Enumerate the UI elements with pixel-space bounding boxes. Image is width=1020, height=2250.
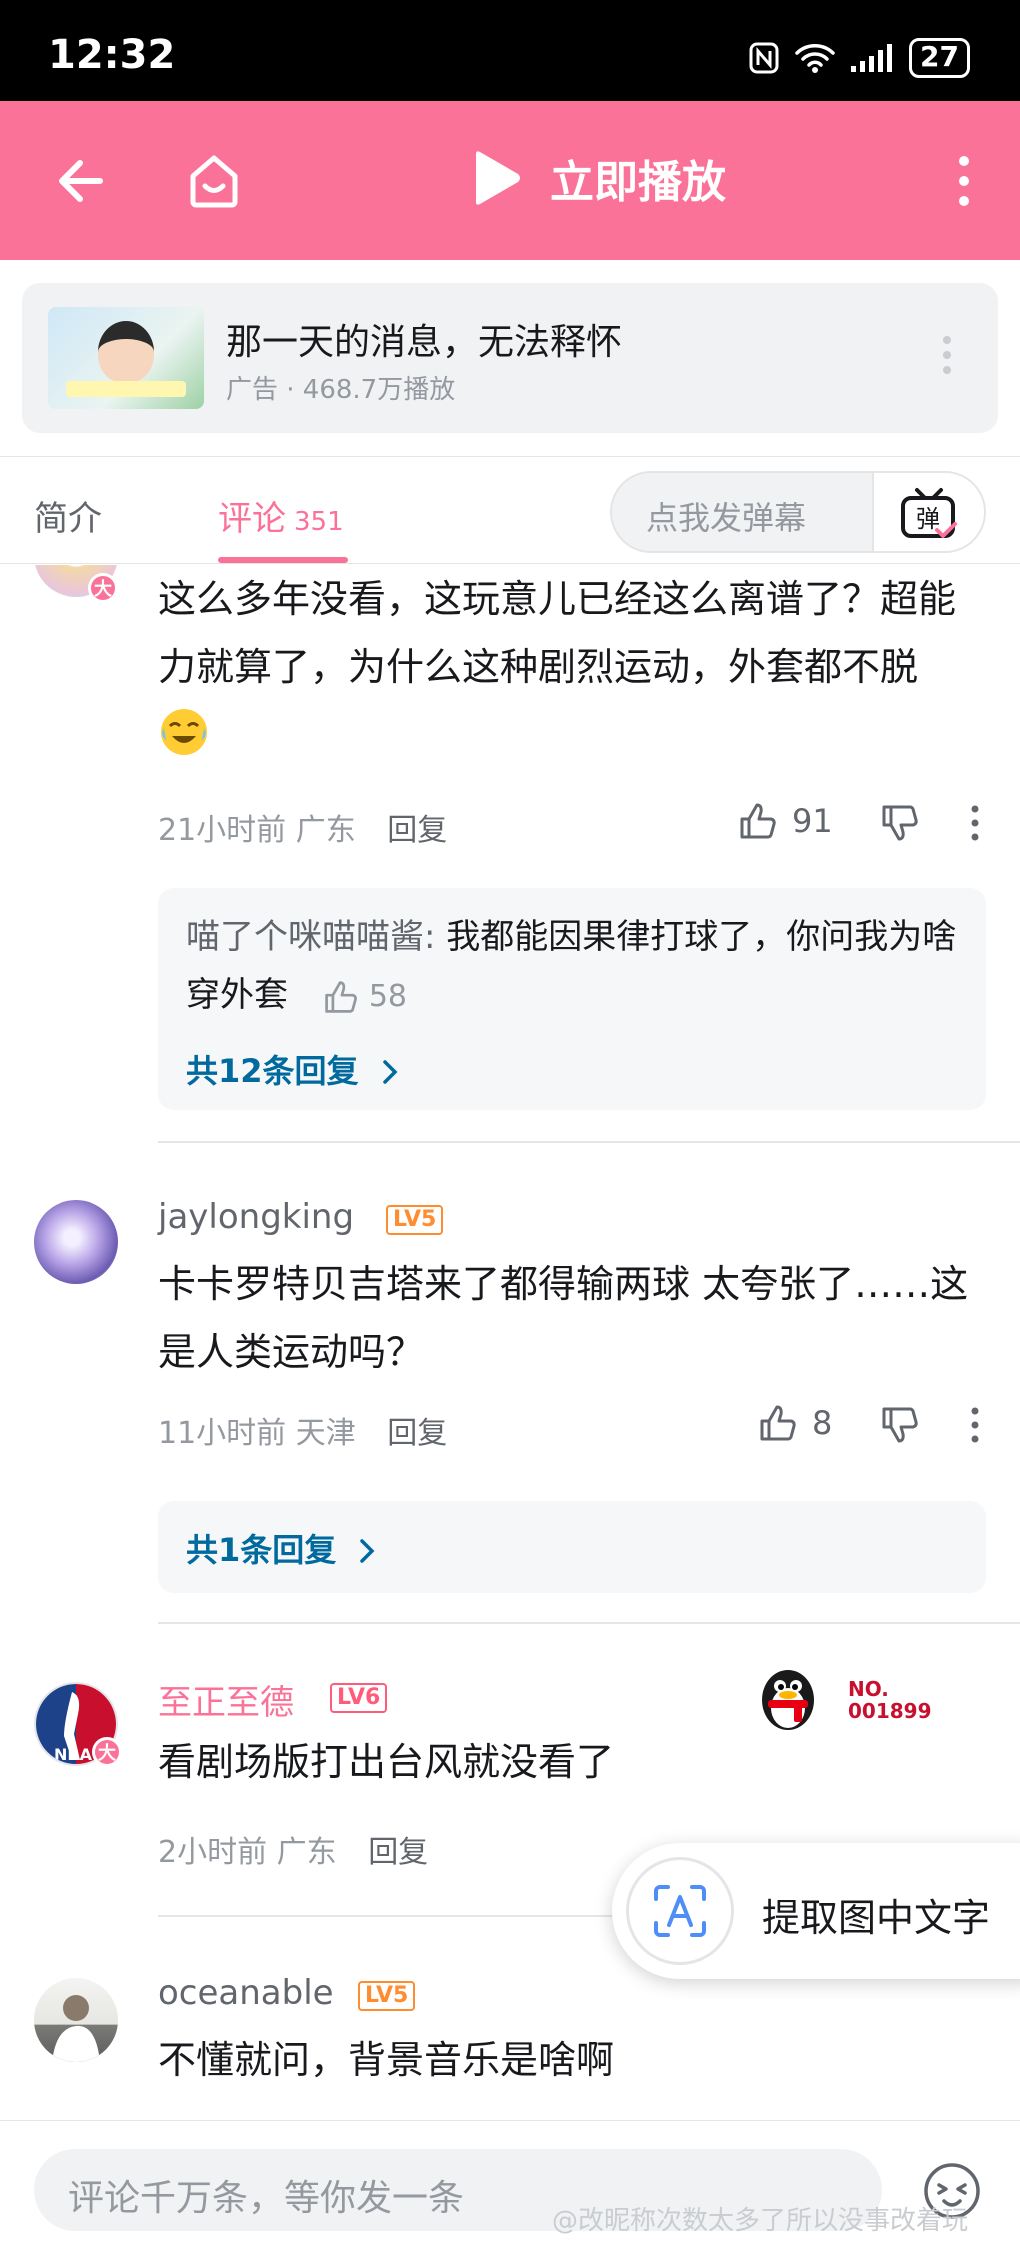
battery-indicator: 27 — [909, 38, 970, 78]
like-button[interactable]: 91 — [738, 801, 833, 841]
extract-text-icon-circle — [626, 1857, 734, 1965]
level-badge: LV6 — [330, 1683, 388, 1713]
comment-time: 2小时前 — [158, 1835, 268, 1870]
username[interactable]: oceanable — [158, 1973, 334, 2013]
comment-text: 这么多年没看，这玩意儿已经这么离谱了？超能力就算了，为什么这种剧烈运动，外套都不… — [158, 565, 978, 769]
play-now-button[interactable]: 立即播放 — [470, 146, 726, 210]
comment-text: 看剧场版打出台风就没看了 — [158, 1740, 615, 1784]
big-member-badge: 大 — [88, 573, 118, 603]
username[interactable]: jaylongking — [158, 1197, 354, 1237]
more-replies-link[interactable]: 共12条回复 — [186, 1046, 400, 1092]
ad-more-icon[interactable] — [942, 335, 952, 375]
wifi-icon — [795, 44, 835, 73]
chevron-right-icon — [360, 1539, 375, 1563]
active-tab-indicator — [218, 557, 348, 563]
more-vertical-icon — [959, 156, 969, 206]
watermark: @改昵称次数太多了所以没事改着玩 — [552, 2206, 969, 2236]
reply-like-count: 58 — [368, 978, 407, 1014]
status-bar: 12:32 27 — [0, 0, 1020, 101]
thumb-down-icon[interactable] — [880, 1405, 920, 1445]
reply-preview-box[interactable]: 共1条回复 — [158, 1501, 986, 1593]
medal-number: NO. 001899 — [848, 1677, 932, 1723]
signal-icon — [851, 44, 893, 72]
ad-thumbnail-figure — [98, 321, 154, 383]
nfc-icon — [749, 42, 779, 74]
danmaku-icon: 弹 — [901, 488, 957, 538]
thumb-up-icon — [325, 980, 357, 1013]
danmaku-placeholder: 点我发弹幕 — [646, 499, 807, 537]
danmaku-toggle-button[interactable]: 弹 — [872, 473, 984, 551]
more-replies-label: 共12条回复 — [186, 1052, 359, 1090]
comment-input-placeholder: 评论千万条，等你发一条 — [68, 2178, 465, 2219]
comment-meta: 21小时前 广东 回复 — [158, 805, 447, 849]
more-replies-label: 共1条回复 — [186, 1531, 337, 1569]
big-member-badge: 大 — [92, 1737, 122, 1767]
level-badge: LV5 — [386, 1205, 444, 1235]
avatar-figure — [52, 1995, 100, 2062]
reply-author[interactable]: 喵了个咪喵喵酱: — [186, 917, 435, 957]
status-time: 12:32 — [48, 32, 176, 78]
avatar[interactable] — [34, 1978, 118, 2062]
penguin-icon — [762, 1670, 814, 1730]
reply-preview-box[interactable]: 喵了个咪喵喵酱: 我都能因果律打球了，你问我为啥穿外套 58 共12条回复 — [158, 888, 986, 1110]
avatar[interactable] — [34, 1200, 118, 1284]
level-badge: LV5 — [358, 1981, 416, 2011]
thumb-up-icon — [740, 803, 776, 839]
reply-button[interactable]: 回复 — [387, 813, 447, 848]
home-icon — [190, 155, 238, 208]
status-icons: 27 — [747, 38, 970, 78]
reply-button[interactable]: 回复 — [387, 1416, 447, 1451]
reply-text: 喵了个咪喵喵酱: 我都能因果律打球了，你问我为啥穿外套 58 — [186, 908, 966, 1026]
more-replies-link[interactable]: 共1条回复 — [186, 1525, 377, 1571]
comment-text-content: 这么多年没看，这玩意儿已经这么离谱了？超能力就算了，为什么这种剧烈运动，外套都不… — [158, 577, 957, 689]
ad-thumbnail-banner — [66, 381, 186, 397]
comment-meta: 2小时前 广东 回复 — [158, 1827, 428, 1871]
top-bar: 立即播放 — [0, 101, 1020, 260]
extract-text-label: 提取图中文字 — [762, 1896, 991, 1940]
tab-comments[interactable]: 评论 351 — [218, 491, 344, 540]
text-scan-icon — [654, 1885, 706, 1937]
comment-text: 不懂就问，背景音乐是啥啊 — [158, 2038, 615, 2082]
thumb-up-icon — [760, 1405, 796, 1441]
ad-title: 那一天的消息，无法释怀 — [226, 322, 623, 363]
more-options-button[interactable] — [932, 149, 996, 213]
comment-location: 天津 — [295, 1416, 356, 1451]
tab-comments-count: 351 — [294, 507, 344, 537]
comment-divider — [158, 1141, 1020, 1143]
like-button[interactable]: 8 — [758, 1403, 832, 1443]
comment-location: 广东 — [295, 813, 356, 848]
chevron-right-icon — [382, 1060, 398, 1084]
thumb-down-icon[interactable] — [880, 803, 920, 843]
tab-bar: 简介 评论 351 点我发弹幕 弹 — [0, 456, 1020, 564]
play-icon — [476, 151, 520, 205]
ad-meta: 广告 · 468.7万播放 — [226, 375, 456, 405]
tab-intro[interactable]: 简介 — [34, 491, 102, 540]
laugh-cry-emoji-icon — [161, 709, 207, 755]
like-count: 91 — [792, 802, 833, 840]
comment-text: 卡卡罗特贝吉塔来了都得输两球 太夸张了……这是人类运动吗？ — [158, 1262, 969, 1374]
comment-more-icon[interactable] — [970, 805, 980, 841]
comment-time: 21小时前 — [158, 813, 287, 848]
play-now-label: 立即播放 — [550, 157, 726, 208]
comment-time: 11小时前 — [158, 1416, 287, 1451]
comment-divider — [158, 1622, 1020, 1624]
username[interactable]: 至正至德 — [158, 1675, 294, 1724]
extract-text-button[interactable]: 提取图中文字 — [612, 1843, 1020, 1979]
comment-more-icon[interactable] — [970, 1407, 980, 1443]
nba-logo-text: NBA — [54, 1745, 93, 1764]
back-button[interactable] — [48, 149, 112, 213]
comment-location: 广东 — [276, 1835, 337, 1870]
home-button[interactable] — [182, 149, 246, 213]
danmaku-input[interactable]: 点我发弹幕 弹 — [610, 471, 986, 553]
ad-thumbnail — [48, 307, 204, 409]
ad-card[interactable]: 那一天的消息，无法释怀 广告 · 468.7万播放 — [22, 283, 998, 433]
comment-meta: 11小时前 天津 回复 — [158, 1408, 447, 1452]
tab-comments-label: 评论 — [218, 499, 286, 539]
like-count: 8 — [812, 1404, 833, 1442]
back-arrow-icon — [59, 160, 103, 202]
reply-button[interactable]: 回复 — [368, 1835, 428, 1870]
reply-like-button[interactable]: 58 — [323, 968, 407, 1026]
